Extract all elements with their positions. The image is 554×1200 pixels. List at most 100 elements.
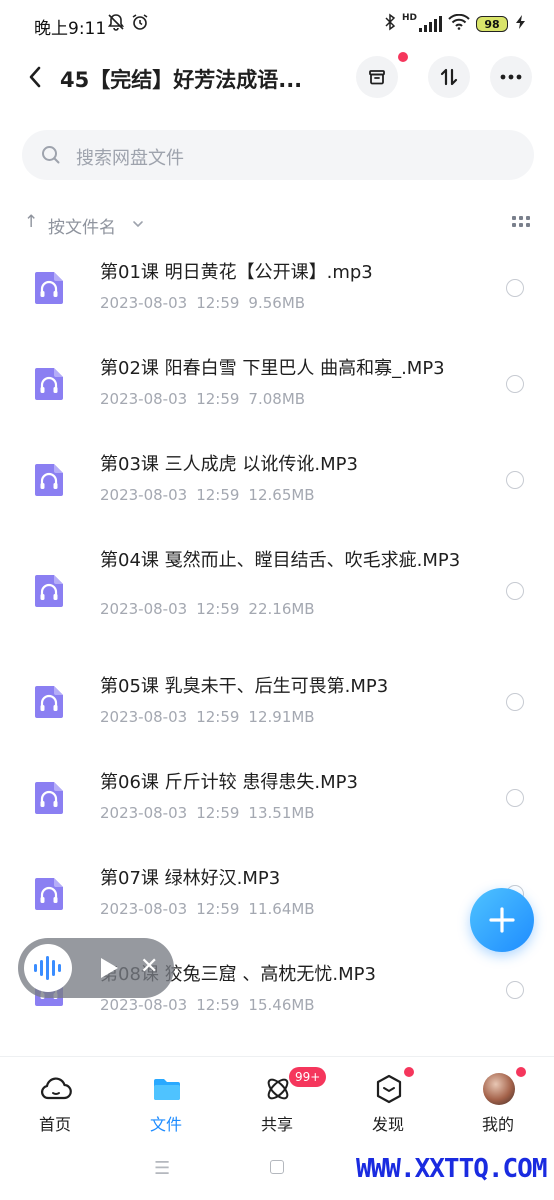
list-item[interactable]: 第01课 明日黄花【公开课】.mp3 2023-08-03 12:59 9.56MB [0,244,554,340]
sort-direction-icon[interactable]: ↑ [24,212,38,232]
file-meta: 2023-08-03 12:59 7.08MB [100,390,305,408]
nav-item-files[interactable]: 文件 [126,1057,206,1137]
audio-file-icon [33,462,65,498]
chevron-down-icon[interactable] [132,214,144,233]
file-time: 12:59 [196,996,240,1014]
file-date: 2023-08-03 [100,708,188,726]
nav-item-home[interactable]: 首页 [15,1057,95,1137]
page-title: 45【完结】好芳法成语... [60,68,303,92]
file-time: 12:59 [196,294,240,312]
system-nav-bar: ☰ WWW.XXTTQ.COM [0,1136,554,1200]
plus-icon [489,907,515,933]
signal-icon [419,16,442,32]
file-name: 第07课 绿林好汉.MP3 [100,868,281,889]
grid-view-icon[interactable] [512,216,530,230]
more-options-button[interactable] [490,56,532,98]
sort-by-name-dropdown[interactable]: 按文件名 [48,213,116,238]
file-size: 22.16MB [248,600,315,618]
audio-file-icon [33,573,65,609]
nav-label-files: 文件 [149,1115,182,1134]
nav-label-discover: 发现 [371,1115,404,1134]
file-meta: 2023-08-03 12:59 12.91MB [100,708,315,726]
file-time: 12:59 [196,900,240,918]
wifi-icon [448,13,470,34]
file-time: 12:59 [196,708,240,726]
close-icon[interactable]: ✕ [140,954,158,980]
status-bar: 晚上9:11 HD 98 [0,0,554,48]
nav-label-home: 首页 [38,1115,71,1134]
notification-dot [398,52,408,62]
file-name: 第05课 乳臭未干、后生可畏第.MP3 [100,676,389,697]
status-indicators: HD 98 [384,13,528,35]
list-item[interactable]: 第04课 戛然而止、瞠目结舌、吹毛求疵.MP3 2023-08-03 12:59 22… [0,532,554,658]
player-cover[interactable] [24,944,72,992]
file-time: 12:59 [196,804,240,822]
file-meta: 2023-08-03 12:59 22.16MB [100,600,315,618]
select-radio[interactable] [506,375,524,393]
select-radio[interactable] [506,981,524,999]
select-radio[interactable] [506,693,524,711]
file-time: 12:59 [196,600,240,618]
avatar [483,1073,515,1105]
nav-item-share[interactable]: 99+ 共享 [237,1057,327,1137]
audio-file-icon [33,684,65,720]
network-type-label: HD [401,13,417,23]
file-meta: 2023-08-03 12:59 11.64MB [100,900,315,918]
file-meta: 2023-08-03 12:59 15.46MB [100,996,315,1014]
archive-box-icon [369,70,385,85]
file-size: 12.91MB [248,708,315,726]
home-square-icon[interactable] [270,1160,284,1174]
audio-file-icon [33,366,65,402]
transfer-box-button[interactable] [356,52,408,98]
file-time: 12:59 [196,390,240,408]
file-size: 11.64MB [248,900,315,918]
audio-file-icon [33,876,65,912]
battery-indicator: 98 [476,16,508,32]
list-item[interactable]: 第02课 阳春白雪 下里巴人 曲高和寡_.MP3 2023-08-03 12:59 7… [0,340,554,436]
sort-row: ↑ 按文件名 [24,210,530,240]
file-name: 第06课 斤斤计较 患得患失.MP3 [100,772,358,793]
select-radio[interactable] [506,582,524,600]
search-placeholder: 搜索网盘文件 [76,148,184,169]
nav-label-profile: 我的 [481,1115,514,1134]
mini-audio-player[interactable]: ✕ [18,938,174,998]
search-bar[interactable]: 搜索网盘文件 [22,130,534,180]
charging-icon [514,14,528,34]
nav-item-profile[interactable]: 我的 [458,1057,538,1137]
file-size: 12.65MB [248,486,315,504]
status-time: 晚上9:11 [34,19,107,39]
file-name: 第02课 阳春白雪 下里巴人 曲高和寡_.MP3 [100,358,445,379]
cloud-icon [40,1073,72,1105]
watermark: WWW.XXTTQ.COM [356,1154,547,1184]
back-button[interactable] [20,62,50,92]
search-icon [40,144,62,170]
recents-icon[interactable]: ☰ [154,1158,170,1179]
file-date: 2023-08-03 [100,390,188,408]
list-item[interactable]: 第06课 斤斤计较 患得患失.MP3 2023-08-03 12:59 13.51MB [0,754,554,850]
list-item[interactable]: 第03课 三人成虎 以讹传讹.MP3 2023-08-03 12:59 12.65MB [0,436,554,532]
file-date: 2023-08-03 [100,804,188,822]
mute-bell-icon [106,12,126,38]
file-size: 13.51MB [248,804,315,822]
list-item[interactable]: 第05课 乳臭未干、后生可畏第.MP3 2023-08-03 12:59 12.91M… [0,658,554,754]
select-radio[interactable] [506,279,524,297]
bottom-nav: 首页 文件 99+ 共享 发现 我的 [0,1056,554,1136]
add-button[interactable] [470,888,534,952]
file-date: 2023-08-03 [100,294,188,312]
select-radio[interactable] [506,471,524,489]
profile-dot [516,1067,526,1077]
list-item[interactable]: 第07课 绿林好汉.MP3 2023-08-03 12:59 11.64MB [0,850,554,946]
nav-item-discover[interactable]: 发现 [348,1057,428,1137]
alarm-icon [130,12,150,38]
sort-order-button[interactable] [428,56,470,98]
audio-file-icon [33,780,65,816]
play-icon[interactable] [98,956,120,984]
select-radio[interactable] [506,789,524,807]
nav-label-share: 共享 [260,1115,293,1134]
file-date: 2023-08-03 [100,486,188,504]
discover-cube-icon [373,1073,405,1105]
audio-file-icon [33,270,65,306]
chevron-left-icon [29,66,41,88]
file-date: 2023-08-03 [100,900,188,918]
bluetooth-icon [384,13,396,35]
